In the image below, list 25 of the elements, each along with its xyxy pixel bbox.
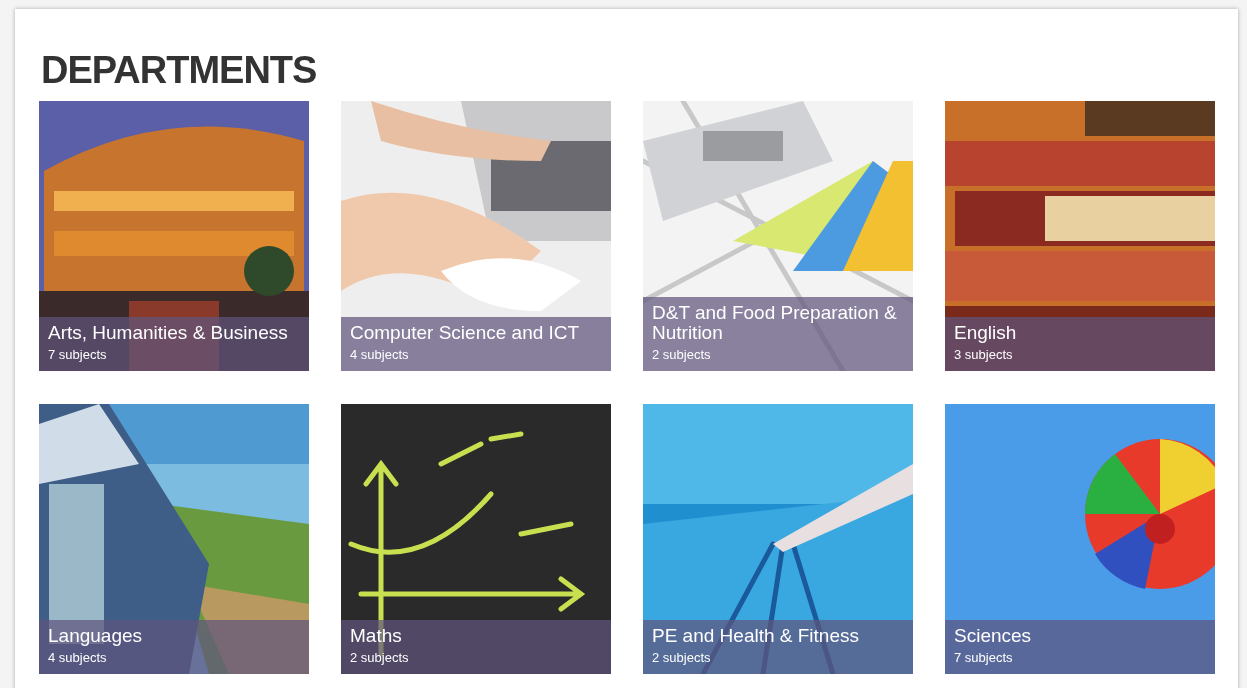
subject-count: 2 subjects (652, 650, 712, 665)
subject-count: 4 subjects (48, 650, 108, 665)
department-title: Arts, Humanities & Business (48, 323, 289, 343)
subject-count: 2 subjects (652, 347, 712, 362)
department-title: Maths (350, 626, 403, 646)
department-title: D&T and Food Preparation & Nutrition (652, 303, 898, 343)
subject-count: 3 subjects (954, 347, 1014, 362)
subject-count: 7 subjects (954, 650, 1014, 665)
department-title: Sciences (954, 626, 1033, 646)
subject-count: 7 subjects (48, 347, 108, 362)
department-title: PE and Health & Fitness (652, 626, 860, 646)
department-tile[interactable]: Arts, Humanities & Business 7 subjects (39, 101, 309, 371)
department-tile[interactable]: PE and Health & Fitness 2 subjects (643, 404, 913, 674)
department-title: English (954, 323, 1018, 343)
department-title: Computer Science and ICT (350, 323, 581, 343)
department-title: Languages (48, 626, 144, 646)
subject-count: 4 subjects (350, 347, 410, 362)
subject-count: 2 subjects (350, 650, 410, 665)
department-tile[interactable]: Computer Science and ICT 4 subjects (341, 101, 611, 371)
department-tile[interactable]: D&T and Food Preparation & Nutrition 2 subjects (643, 101, 913, 371)
department-tile[interactable]: English 3 subjects (945, 101, 1215, 371)
department-tile[interactable]: Maths 2 subjects (341, 404, 611, 674)
department-tile[interactable]: Sciences 7 subjects (945, 404, 1215, 674)
department-tile[interactable]: Languages 4 subjects (39, 404, 309, 674)
page-heading: DEPARTMENTS (41, 48, 318, 93)
